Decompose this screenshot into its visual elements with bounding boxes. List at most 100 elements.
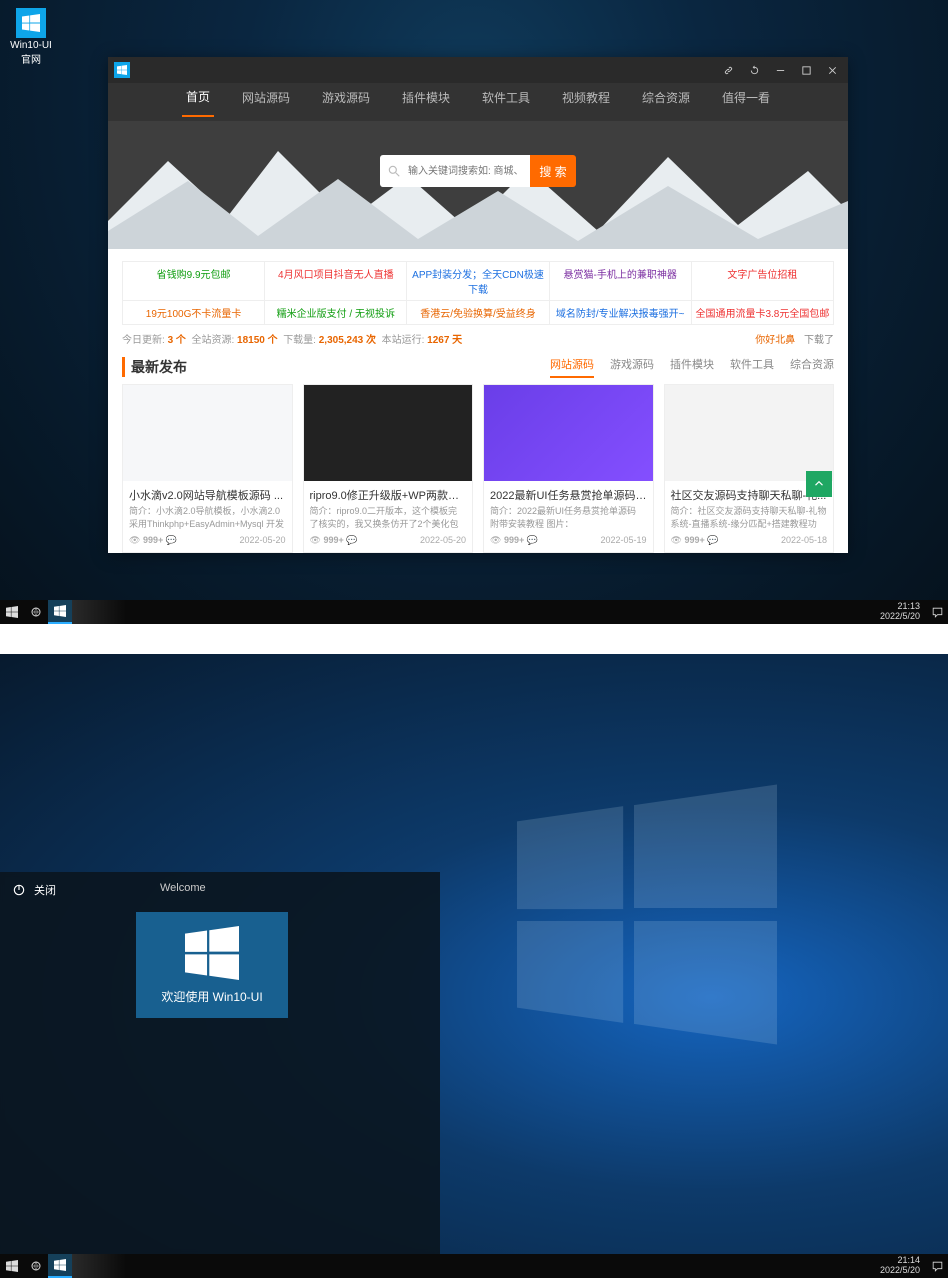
wallpaper-windows-logo [517, 785, 777, 1048]
browser-window: 首页 网站源码 游戏源码 插件模块 软件工具 视频教程 综合资源 值得一看 搜 … [108, 57, 848, 553]
resource-card[interactable]: 2022最新UI任务悬赏抢单源码 ... 简介：2022最新UI任务悬赏抢单源码… [483, 384, 654, 553]
stat-value: 1267 天 [427, 331, 462, 346]
section-tab[interactable]: 软件工具 [730, 356, 774, 378]
window-titlebar[interactable] [108, 57, 848, 83]
stat-value: 3 个 [168, 331, 186, 346]
stat-user: 你好北鼻 [755, 335, 795, 346]
shutdown-button[interactable]: 关闭 [0, 872, 440, 908]
windows-icon [114, 62, 130, 78]
stat-value: 2,305,243 次 [319, 331, 376, 346]
card-desc: 简介：2022最新UI任务悬赏抢单源码 附带安装教程 图片： [484, 505, 653, 531]
ad-link[interactable]: 4月风口项目抖音无人直播 [265, 262, 407, 300]
ad-link[interactable]: 省钱购9.9元包邮 [123, 262, 265, 300]
card-thumb [304, 385, 473, 481]
start-button[interactable] [0, 600, 24, 624]
taskbar-preview [72, 1254, 126, 1278]
taskbar-clock[interactable]: 21:132022/5/20 [874, 602, 926, 622]
close-icon[interactable] [822, 60, 842, 80]
card-title: 2022最新UI任务悬赏抢单源码 ... [484, 481, 653, 505]
ad-link[interactable]: 香港云/免验换算/受益终身 [407, 301, 549, 324]
ad-link[interactable]: 悬赏猫-手机上的兼职神器 [550, 262, 692, 300]
card-desc: 简介：社区交友源码支持聊天私聊-礼物系统-直播系统-缘分匹配+搭建教程功能：社区… [665, 505, 834, 531]
ad-link[interactable]: APP封装分发；全天CDN极速下载 [407, 262, 549, 300]
notification-icon[interactable] [926, 1260, 948, 1273]
refresh-icon[interactable] [744, 60, 764, 80]
nav-item[interactable]: 游戏源码 [318, 89, 374, 116]
stat-label: 本站运行: [382, 331, 425, 346]
resource-card[interactable]: 小水滴v2.0网站导航模板源码 ... 简介：小水滴2.0导航模板，小水滴2.0… [122, 384, 293, 553]
nav-item[interactable]: 软件工具 [478, 89, 534, 116]
taskbar: 21:132022/5/20 [0, 600, 948, 624]
search-icon [387, 164, 401, 178]
card-title: 小水滴v2.0网站导航模板源码 ... [123, 481, 292, 505]
section-title: 最新发布 [122, 357, 187, 377]
card-views: 👁 999+ 💬 [129, 535, 177, 546]
start-button[interactable] [0, 1254, 24, 1278]
nav-item[interactable]: 首页 [182, 88, 214, 117]
desktop-shortcut[interactable]: Win10-UI官网 [8, 8, 54, 66]
card-date: 2022-05-20 [239, 535, 285, 546]
card-date: 2022-05-20 [420, 535, 466, 546]
section-tab[interactable]: 综合资源 [790, 356, 834, 378]
ad-link[interactable]: 全国通用流量卡3.8元全国包邮 [692, 301, 833, 324]
ad-link[interactable]: 域名防封/专业解决报毒强开~ [550, 301, 692, 324]
taskbar-preview [72, 600, 126, 624]
stat-value: 18150 个 [237, 331, 278, 346]
card-thumb [665, 385, 834, 481]
ad-grid: 省钱购9.9元包邮 4月风口项目抖音无人直播 APP封装分发；全天CDN极速下载… [122, 261, 834, 325]
ie-icon[interactable] [24, 1254, 48, 1278]
section-tab[interactable]: 插件模块 [670, 356, 714, 378]
stat-link[interactable]: 下载了 [804, 335, 834, 346]
nav-item[interactable]: 值得一看 [718, 89, 774, 116]
card-desc: 简介：ripro9.0二开版本，这个模板完了核实的，我又换条仿开了2个美化包和全… [304, 505, 473, 531]
shutdown-label: 关闭 [34, 882, 56, 898]
search-input[interactable] [380, 155, 530, 187]
stat-label: 下载量: [283, 331, 316, 346]
stat-label: 全站资源: [191, 331, 234, 346]
taskbar-app-active[interactable] [48, 600, 72, 624]
section-tab[interactable]: 网站源码 [550, 356, 594, 378]
taskbar: 21:142022/5/20 [0, 1254, 948, 1278]
power-icon [12, 883, 26, 897]
notification-icon[interactable] [926, 606, 948, 619]
welcome-label: Welcome [160, 882, 206, 894]
ad-link[interactable]: 19元100G不卡流量卡 [123, 301, 265, 324]
stats-line: 今日更新: 3 个 全站资源: 18150 个 下载量: 2,305,243 次… [122, 331, 834, 346]
nav-item[interactable]: 插件模块 [398, 89, 454, 116]
taskbar-app-active[interactable] [48, 1254, 72, 1278]
card-desc: 简介：小水滴2.0导航模板，小水滴2.0采用Thinkphp+EasyAdmin… [123, 505, 292, 531]
search-bar: 搜 索 [380, 155, 576, 187]
scroll-top-button[interactable] [806, 471, 832, 497]
start-menu: 关闭 Welcome 欢迎使用 Win10-UI [0, 872, 440, 1254]
windows-icon [185, 926, 239, 980]
welcome-tile[interactable]: 欢迎使用 Win10-UI [136, 912, 288, 1018]
card-views: 👁 999+ 💬 [490, 535, 538, 546]
section-tab[interactable]: 游戏源码 [610, 356, 654, 378]
nav-item[interactable]: 视频教程 [558, 89, 614, 116]
nav-item[interactable]: 综合资源 [638, 89, 694, 116]
card-thumb [484, 385, 653, 481]
desktop-shortcut-label: Win10-UI官网 [10, 40, 52, 66]
nav-item[interactable]: 网站源码 [238, 89, 294, 116]
card-date: 2022-05-19 [600, 535, 646, 546]
site-nav: 首页 网站源码 游戏源码 插件模块 软件工具 视频教程 综合资源 值得一看 [108, 83, 848, 121]
stat-label: 今日更新: [122, 331, 165, 346]
card-views: 👁 999+ 💬 [310, 535, 358, 546]
taskbar-clock[interactable]: 21:142022/5/20 [874, 1256, 926, 1276]
resource-card[interactable]: ripro9.0修正升级版+WP两款美... 简介：ripro9.0二开版本，这… [303, 384, 474, 553]
card-date: 2022-05-18 [781, 535, 827, 546]
resource-card[interactable]: 社区交友源码支持聊天私聊-礼... 简介：社区交友源码支持聊天私聊-礼物系统-直… [664, 384, 835, 553]
tile-label: 欢迎使用 Win10-UI [161, 988, 262, 1005]
ie-icon[interactable] [24, 600, 48, 624]
link-icon[interactable] [718, 60, 738, 80]
ad-link[interactable]: 糯米企业版支付 / 无视投诉 [265, 301, 407, 324]
windows-icon [16, 8, 46, 38]
card-title: ripro9.0修正升级版+WP两款美... [304, 481, 473, 505]
ad-link[interactable]: 文字广告位招租 [692, 262, 833, 300]
maximize-icon[interactable] [796, 60, 816, 80]
search-button[interactable]: 搜 索 [530, 155, 576, 187]
card-thumb [123, 385, 292, 481]
card-views: 👁 999+ 💬 [671, 535, 719, 546]
minimize-icon[interactable] [770, 60, 790, 80]
hero-banner: 搜 索 [108, 121, 848, 249]
